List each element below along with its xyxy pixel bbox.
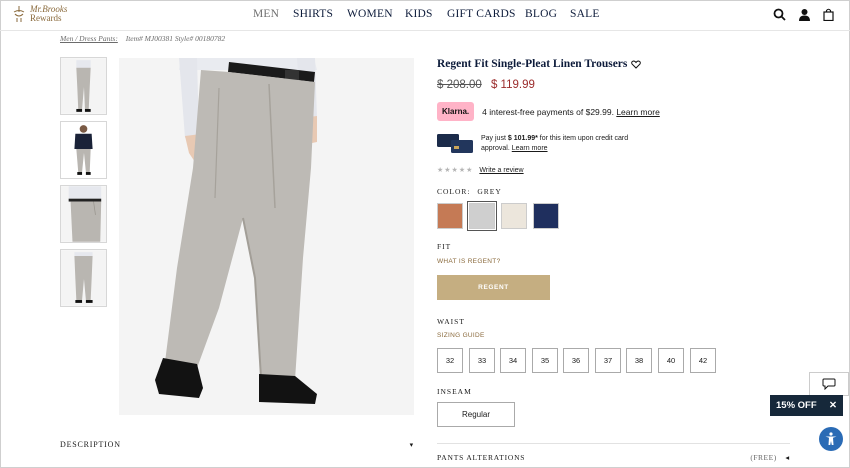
klarna-text: 4 interest-free payments of $29.99. (482, 106, 614, 117)
waist-size-33[interactable]: 33 (469, 348, 495, 373)
inseam-regular-button[interactable]: Regular (437, 402, 515, 427)
chat-button[interactable] (809, 372, 849, 396)
star-rating-icon: ★★★★★ (437, 167, 474, 174)
fleece-logo-icon (13, 6, 25, 22)
swatch-navy[interactable] (533, 203, 559, 229)
nav-sale[interactable]: SALE (570, 8, 600, 20)
product-thumbnail-image (61, 186, 106, 242)
chevron-left-icon: ◂ (785, 453, 790, 462)
inseam-label: INSEAM (437, 387, 472, 396)
nav-kids[interactable]: KIDS (405, 8, 447, 20)
close-icon[interactable]: ✕ (829, 400, 837, 411)
color-label-text: COLOR: (437, 187, 471, 196)
nav-women[interactable]: WOMEN (347, 8, 405, 20)
alterations-free: (FREE) (750, 453, 777, 462)
product-thumbnail-image (61, 250, 106, 306)
divider (437, 443, 790, 444)
alterations-label: PANTS ALTERATIONS (437, 453, 526, 462)
thumbnail-3[interactable] (60, 185, 107, 243)
nav-shirts[interactable]: SHIRTS (293, 8, 347, 20)
account-icon[interactable] (798, 8, 811, 21)
item-number: Item# MJ00381 Style# 00180782 (125, 34, 226, 43)
logo-line-2: Rewards (30, 13, 62, 23)
logo[interactable]: Mr.Brooks Rewards (12, 5, 67, 23)
nav-gift-cards[interactable]: GIFT CARDS (447, 8, 525, 20)
fit-regent-button[interactable]: REGENT (437, 275, 550, 300)
search-icon[interactable] (773, 8, 786, 21)
klarna-badge: Klarna. (437, 102, 475, 121)
card-offer-amount: $ 101.99* (507, 135, 538, 142)
credit-card-offer: Pay just $ 101.99* for this item upon cr… (437, 134, 651, 154)
main-nav: MEN SHIRTS WOMEN KIDS GIFT CARDS BLOG SA… (253, 8, 600, 20)
shopping-bag-icon[interactable] (823, 8, 834, 21)
product-thumbnail-image (61, 58, 106, 114)
accessibility-icon (825, 432, 837, 445)
color-value: GREY (477, 187, 502, 196)
waist-label: WAIST (437, 317, 465, 326)
price: $ 208.00 $ 119.99 (437, 79, 535, 91)
header-icons (773, 8, 834, 21)
credit-card-icon (437, 134, 473, 154)
card-learn-more-link[interactable]: Learn more (512, 145, 548, 152)
thumbnail-1[interactable] (60, 57, 107, 115)
sale-price: $ 119.99 (490, 79, 535, 91)
original-price: $ 208.00 (437, 79, 482, 91)
waist-size-35[interactable]: 35 (532, 348, 558, 373)
card-offer-pre: Pay just (481, 135, 508, 142)
chat-bubble-icon (822, 378, 836, 390)
waist-size-40[interactable]: 40 (658, 348, 684, 373)
breadcrumb: Men / Dress Pants: Item# MJ00381 Style# … (60, 34, 225, 43)
wishlist-heart-icon[interactable] (631, 60, 641, 69)
klarna-offer: Klarna. 4 interest-free payments of $29.… (437, 102, 660, 121)
what-is-regent-link[interactable]: WHAT IS REGENT? (437, 258, 501, 265)
fit-label: FIT (437, 242, 452, 251)
nav-men[interactable]: MEN (253, 8, 293, 20)
chevron-down-icon: ▾ (409, 440, 414, 449)
promo-banner[interactable]: 15% OFF ✕ (770, 395, 843, 416)
waist-size-42[interactable]: 42 (690, 348, 716, 373)
write-review-link[interactable]: Write a review (479, 167, 523, 174)
waist-size-34[interactable]: 34 (500, 348, 526, 373)
product-main-image[interactable] (119, 58, 414, 415)
pants-alterations-accordion[interactable]: PANTS ALTERATIONS (FREE) ◂ (437, 453, 790, 462)
description-label: DESCRIPTION (60, 440, 121, 449)
swatch-cream[interactable] (501, 203, 527, 229)
accessibility-button[interactable] (819, 427, 843, 451)
waist-size-36[interactable]: 36 (563, 348, 589, 373)
klarna-learn-more-link[interactable]: Learn more (616, 107, 659, 117)
description-accordion[interactable]: DESCRIPTION ▾ (60, 440, 414, 449)
color-label: COLOR: GREY (437, 187, 502, 196)
waist-size-32[interactable]: 32 (437, 348, 463, 373)
waist-size-37[interactable]: 37 (595, 348, 621, 373)
nav-blog[interactable]: BLOG (525, 8, 570, 20)
thumbnail-4[interactable] (60, 249, 107, 307)
swatch-orange[interactable] (437, 203, 463, 229)
rating-row: ★★★★★ Write a review (437, 166, 524, 175)
sizing-guide-link[interactable]: SIZING GUIDE (437, 332, 485, 339)
trousers-photo (119, 58, 414, 415)
site-header: Mr.Brooks Rewards MEN SHIRTS WOMEN KIDS … (0, 0, 850, 31)
promo-text: 15% OFF (776, 400, 817, 411)
waist-size-38[interactable]: 38 (626, 348, 652, 373)
product-title: Regent Fit Single-Pleat Linen Trousers (437, 58, 628, 70)
swatch-grey[interactable] (467, 201, 497, 231)
product-thumbnail-image (61, 122, 106, 178)
breadcrumb-path[interactable]: Men / Dress Pants: (60, 34, 118, 43)
thumbnail-2[interactable] (60, 121, 107, 179)
